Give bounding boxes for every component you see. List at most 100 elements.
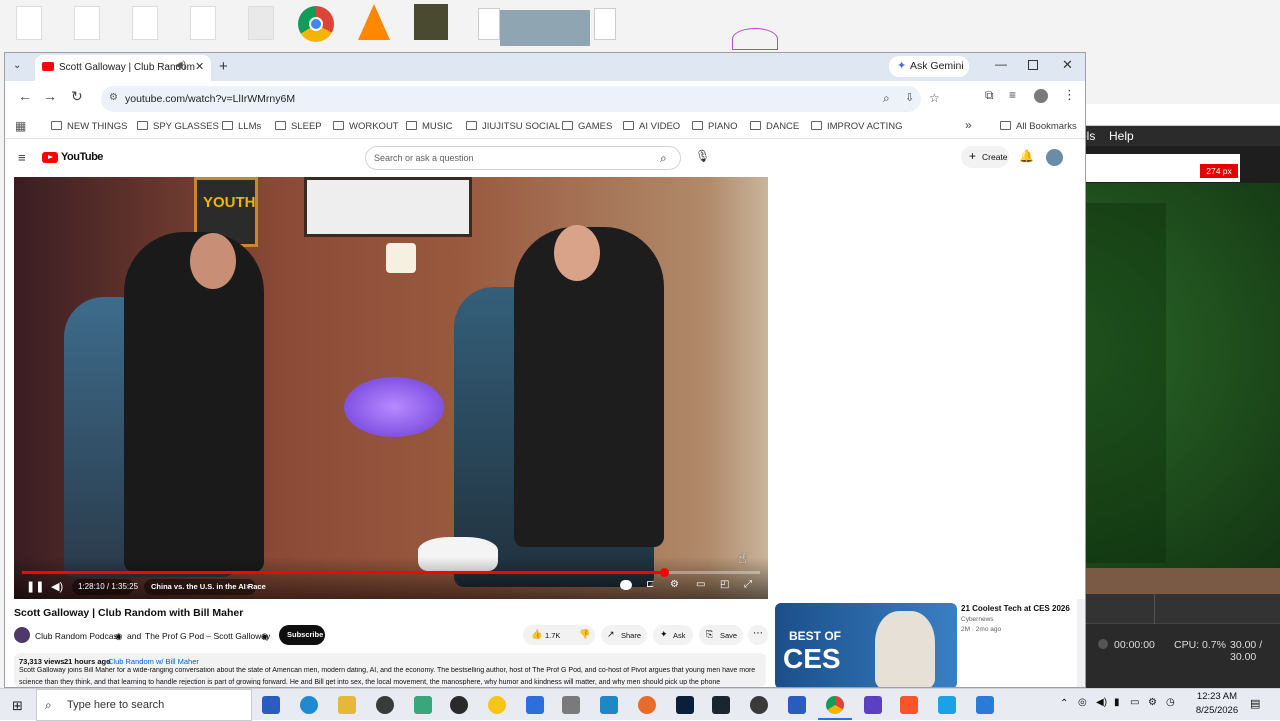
close-tab-icon[interactable]: ✕ (195, 60, 204, 73)
channel2-name[interactable]: The Prof G Pod – Scott Galloway (145, 631, 270, 641)
volume-icon[interactable]: ◀) (51, 580, 63, 593)
all-bookmarks-folder[interactable]: All Bookmarks (1000, 121, 1077, 132)
youtube-logo-text[interactable]: YouTube (61, 151, 103, 163)
site-info-icon[interactable]: ⚙ (109, 92, 118, 103)
youtube-logo-icon[interactable] (42, 152, 58, 163)
bookmark-folder[interactable]: IMPROV ACTING (811, 121, 902, 132)
maximize-icon[interactable] (1028, 60, 1038, 70)
desktop-file-icon[interactable] (190, 6, 216, 40)
bookmark-folder[interactable]: DANCE (750, 121, 799, 132)
notification-center-icon[interactable]: ▤ (1250, 697, 1260, 710)
description-box[interactable]: 73,313 views 21 hours ago Club Random w/… (14, 653, 766, 687)
desktop-file-icon[interactable] (132, 6, 158, 40)
ask-button[interactable]: ✦ Ask (653, 625, 693, 645)
tray-chevron-icon[interactable]: ⌃ (1060, 698, 1068, 709)
pause-icon[interactable]: ❚❚ (26, 580, 44, 593)
image-thumbnail-icon[interactable] (500, 10, 590, 46)
brave-icon[interactable] (900, 696, 918, 714)
create-button[interactable]: + Create (961, 146, 1009, 168)
bookmark-folder[interactable]: GAMES (562, 121, 612, 132)
url-text[interactable]: youtube.com/watch?v=LlIrWMrny6M (125, 93, 295, 105)
chapter-pill[interactable]: China vs. the U.S. in the AI Race › (144, 579, 266, 595)
recommended-title[interactable]: 21 Coolest Tech at CES 2026 (961, 604, 1070, 613)
bookmark-folder[interactable]: LLMs (222, 121, 261, 132)
app-icon[interactable] (414, 696, 432, 714)
app-icon[interactable] (976, 696, 994, 714)
back-icon[interactable]: ← (18, 88, 32, 104)
firefox-icon[interactable] (638, 696, 656, 714)
app-icon[interactable] (376, 696, 394, 714)
more-actions-icon[interactable]: ⋯ (748, 625, 768, 645)
app-icon[interactable] (488, 696, 506, 714)
extensions-icon[interactable]: ⧉ (985, 88, 994, 103)
miniplayer-icon[interactable]: ▭ (696, 579, 705, 590)
app-icon[interactable] (864, 696, 882, 714)
apps-grid-icon[interactable]: ▦ (15, 119, 26, 133)
speaker-icon[interactable]: ◀) (175, 60, 186, 71)
minimize-icon[interactable]: — (995, 57, 1007, 71)
bookmark-folder[interactable]: MUSIC (406, 121, 453, 132)
mic-tray-icon[interactable]: ▮ (1114, 697, 1120, 708)
new-tab-icon[interactable]: + (219, 58, 228, 75)
clock-date[interactable]: 8/25/2026 (1192, 705, 1242, 716)
account-avatar[interactable] (1046, 149, 1063, 166)
settings-icon[interactable]: ⚙ (670, 579, 679, 590)
tray-icon[interactable]: ◷ (1166, 697, 1175, 708)
desktop-file-icon[interactable] (16, 6, 42, 40)
like-icon[interactable]: 👍 (531, 629, 542, 640)
bookmark-folder[interactable]: NEW THINGS (51, 121, 128, 132)
document-icon[interactable] (526, 696, 544, 714)
tab-active[interactable]: Scott Galloway | Club Random ◀) ✕ (35, 55, 211, 81)
taskbar-search-input[interactable]: Type here to search (67, 699, 164, 711)
forward-icon[interactable]: → (43, 88, 57, 104)
chrome-taskbar-icon[interactable] (826, 696, 844, 714)
hashtag-link[interactable]: Club Random w/ Bill Maher (108, 657, 199, 666)
desktop-file-icon[interactable] (478, 8, 500, 40)
captions-icon[interactable]: ⊏ (646, 579, 654, 590)
taskbar-search[interactable]: ⌕ Type here to search (36, 689, 252, 721)
desktop-file-icon[interactable] (248, 6, 274, 40)
bookmark-folder[interactable]: SPY GLASSES (137, 121, 219, 132)
help-menu[interactable]: Help (1109, 129, 1134, 143)
davinci-icon[interactable] (712, 696, 730, 714)
cast-icon[interactable]: ◰ (720, 579, 729, 590)
address-bar[interactable]: ⚙ youtube.com/watch?v=LlIrWMrny6M ⌕ ⇩ ☆ (101, 86, 940, 112)
bookmark-folder[interactable]: AI VIDEO (623, 121, 680, 132)
vlc-desktop-icon[interactable] (358, 4, 390, 40)
search-box[interactable]: Search or ask a question ⌕ (365, 146, 681, 170)
zoom-icon[interactable]: ⌕ (883, 91, 890, 106)
menu-icon[interactable]: ⋮ (1063, 87, 1076, 103)
fullscreen-icon[interactable]: ⤢ (744, 579, 752, 590)
app-icon[interactable] (938, 696, 956, 714)
obs-icon[interactable] (450, 696, 468, 714)
video-player[interactable]: YOUTH (14, 177, 768, 599)
like-count[interactable]: 1.7K (545, 631, 560, 640)
sketch-icon[interactable] (732, 28, 778, 50)
more-bookmarks-icon[interactable]: » (965, 118, 972, 132)
volume-tray-icon[interactable]: ◀) (1096, 697, 1107, 708)
recommended-thumbnail[interactable]: BEST OF CES (775, 603, 957, 687)
progress-track[interactable] (22, 568, 760, 577)
search-input[interactable]: Search or ask a question (374, 153, 474, 163)
photoshop-icon[interactable] (676, 696, 694, 714)
tray-icon[interactable]: ◎ (1078, 697, 1087, 708)
network-icon[interactable]: ▭ (1130, 697, 1139, 708)
install-icon[interactable]: ⇩ (905, 91, 914, 104)
bookmark-folder[interactable]: PIANO (692, 121, 738, 132)
bookmark-star-icon[interactable]: ☆ (929, 91, 940, 105)
tab-search-icon[interactable]: ⌄ (13, 60, 21, 71)
bookmark-folder[interactable]: WORKOUT (333, 121, 399, 132)
image-thumbnail-icon[interactable] (414, 4, 448, 40)
bookmark-folder[interactable]: JIUJITSU SOCIAL (466, 121, 560, 132)
file-explorer-icon[interactable] (338, 696, 356, 714)
dislike-icon[interactable]: 👎 (579, 629, 590, 640)
app-icon[interactable] (562, 696, 580, 714)
recommended-channel[interactable]: Cybernews (961, 616, 994, 623)
ask-gemini-button[interactable]: ✦ Ask Gemini (889, 56, 969, 77)
autoplay-toggle[interactable] (620, 580, 632, 590)
scrollbar[interactable] (1077, 599, 1085, 687)
close-window-icon[interactable]: ✕ (1062, 57, 1073, 73)
windows-start-icon[interactable]: ⊞ (12, 698, 23, 714)
media-icon[interactable]: ≡ (1009, 88, 1016, 102)
hamburger-icon[interactable]: ≡ (18, 150, 26, 165)
